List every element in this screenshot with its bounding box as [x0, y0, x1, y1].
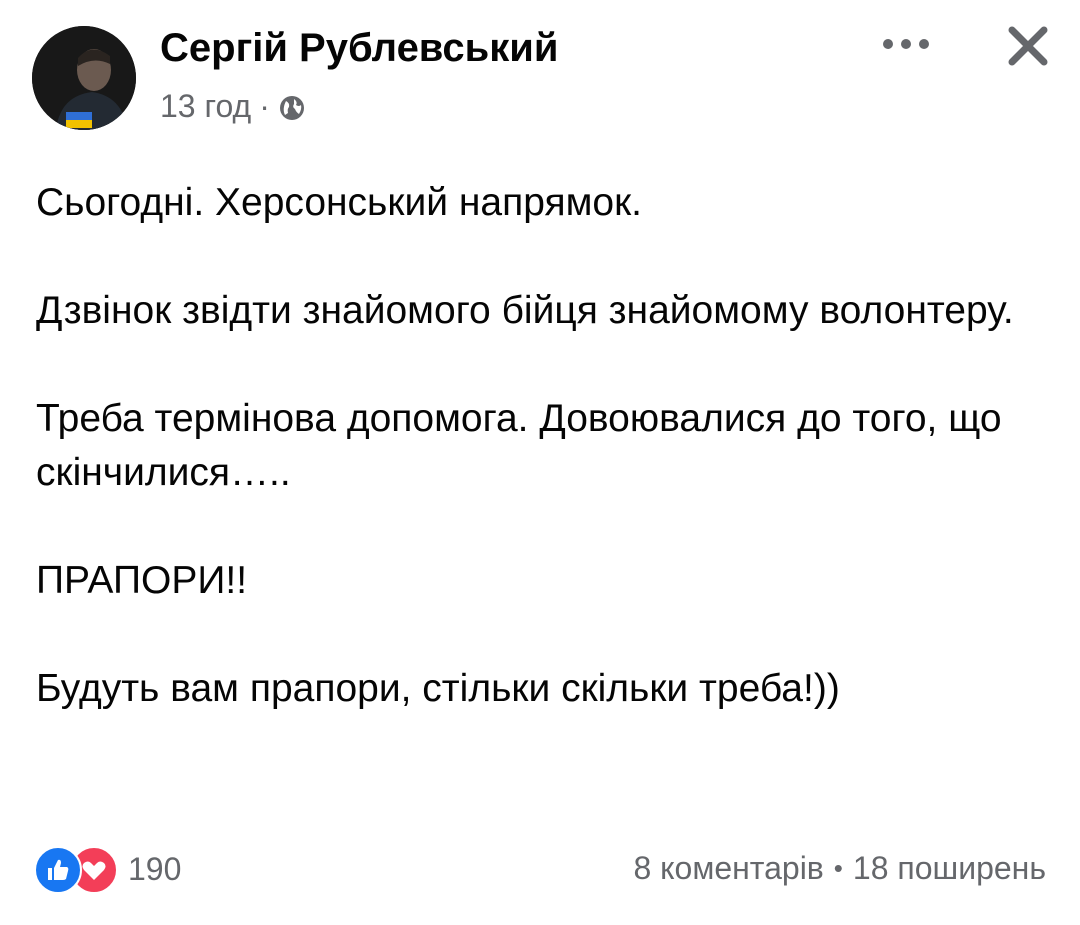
close-button[interactable]: [998, 16, 1058, 76]
globe-icon: [278, 93, 306, 121]
post-meta: 13 год ·: [160, 88, 306, 125]
post-paragraph: Дзвінок звідти знайомого бійця знайомому…: [36, 289, 1014, 332]
facebook-post: Сергій Рублевський 13 год · Сьогодні. Хе…: [0, 0, 1080, 925]
more-dots-icon: [883, 39, 929, 49]
more-options-button[interactable]: [876, 24, 936, 64]
post-paragraph: Будуть вам прапори, стільки скільки треб…: [36, 667, 840, 710]
close-icon: [1008, 26, 1048, 66]
avatar[interactable]: [32, 26, 136, 130]
post-time[interactable]: 13 год: [160, 88, 251, 125]
avatar-photo: [32, 26, 136, 130]
stats-separator: •: [833, 853, 843, 883]
reaction-icons: [34, 846, 118, 894]
post-stats: 8 коментарів • 18 поширень: [633, 850, 1046, 887]
like-icon: [34, 846, 82, 894]
meta-separator: ·: [259, 88, 270, 124]
post-paragraph: Сьогодні. Херсонський напрямок.: [36, 181, 642, 224]
author-name[interactable]: Сергій Рублевський: [160, 26, 558, 71]
reactions-summary[interactable]: 190: [34, 846, 182, 894]
post-paragraph: ПРАПОРИ!!: [36, 559, 248, 602]
post-text: Сьогодні. Херсонський напрямок. Дзвінок …: [36, 176, 1046, 716]
shares-count[interactable]: 18 поширень: [853, 850, 1046, 887]
reaction-count: 190: [128, 850, 182, 887]
post-paragraph: Треба термінова допомога. Довоювалися до…: [36, 397, 1002, 494]
comments-count[interactable]: 8 коментарів: [633, 850, 823, 887]
